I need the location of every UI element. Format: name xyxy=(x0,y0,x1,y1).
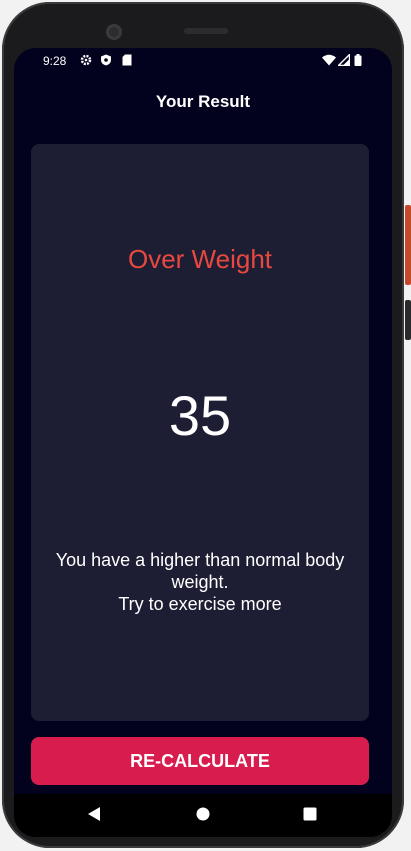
home-icon[interactable] xyxy=(193,804,213,824)
screen: 9:28 Your Result Over Weight 35 You have… xyxy=(14,48,392,837)
wifi-icon xyxy=(322,54,336,69)
side-accent xyxy=(405,205,411,285)
recents-icon[interactable] xyxy=(300,804,320,824)
status-bar: 9:28 xyxy=(14,48,392,74)
page-title: Your Result xyxy=(155,92,251,111)
recalculate-button[interactable]: RE-CALCULATE xyxy=(31,737,369,785)
gear-icon xyxy=(80,54,92,69)
battery-icon xyxy=(354,54,362,69)
result-status: Over Weight xyxy=(127,244,272,274)
system-nav-bar xyxy=(14,794,392,837)
device-frame: 9:28 Your Result Over Weight 35 You have… xyxy=(0,0,411,851)
result-advice: You have a higher than normal body weigh… xyxy=(55,550,345,614)
signal-icon xyxy=(336,52,351,69)
back-icon[interactable] xyxy=(84,804,104,824)
status-time: 9:28 xyxy=(43,54,67,68)
earpiece-speaker xyxy=(184,28,228,34)
front-camera xyxy=(106,24,122,40)
shield-icon xyxy=(100,54,112,69)
sd-card-icon xyxy=(122,54,132,69)
volume-button xyxy=(405,300,411,340)
bmi-value: 35 xyxy=(168,384,232,447)
result-card: Over Weight 35 You have a higher than no… xyxy=(31,144,369,721)
app-root: 9:28 Your Result Over Weight 35 You have… xyxy=(14,48,392,794)
